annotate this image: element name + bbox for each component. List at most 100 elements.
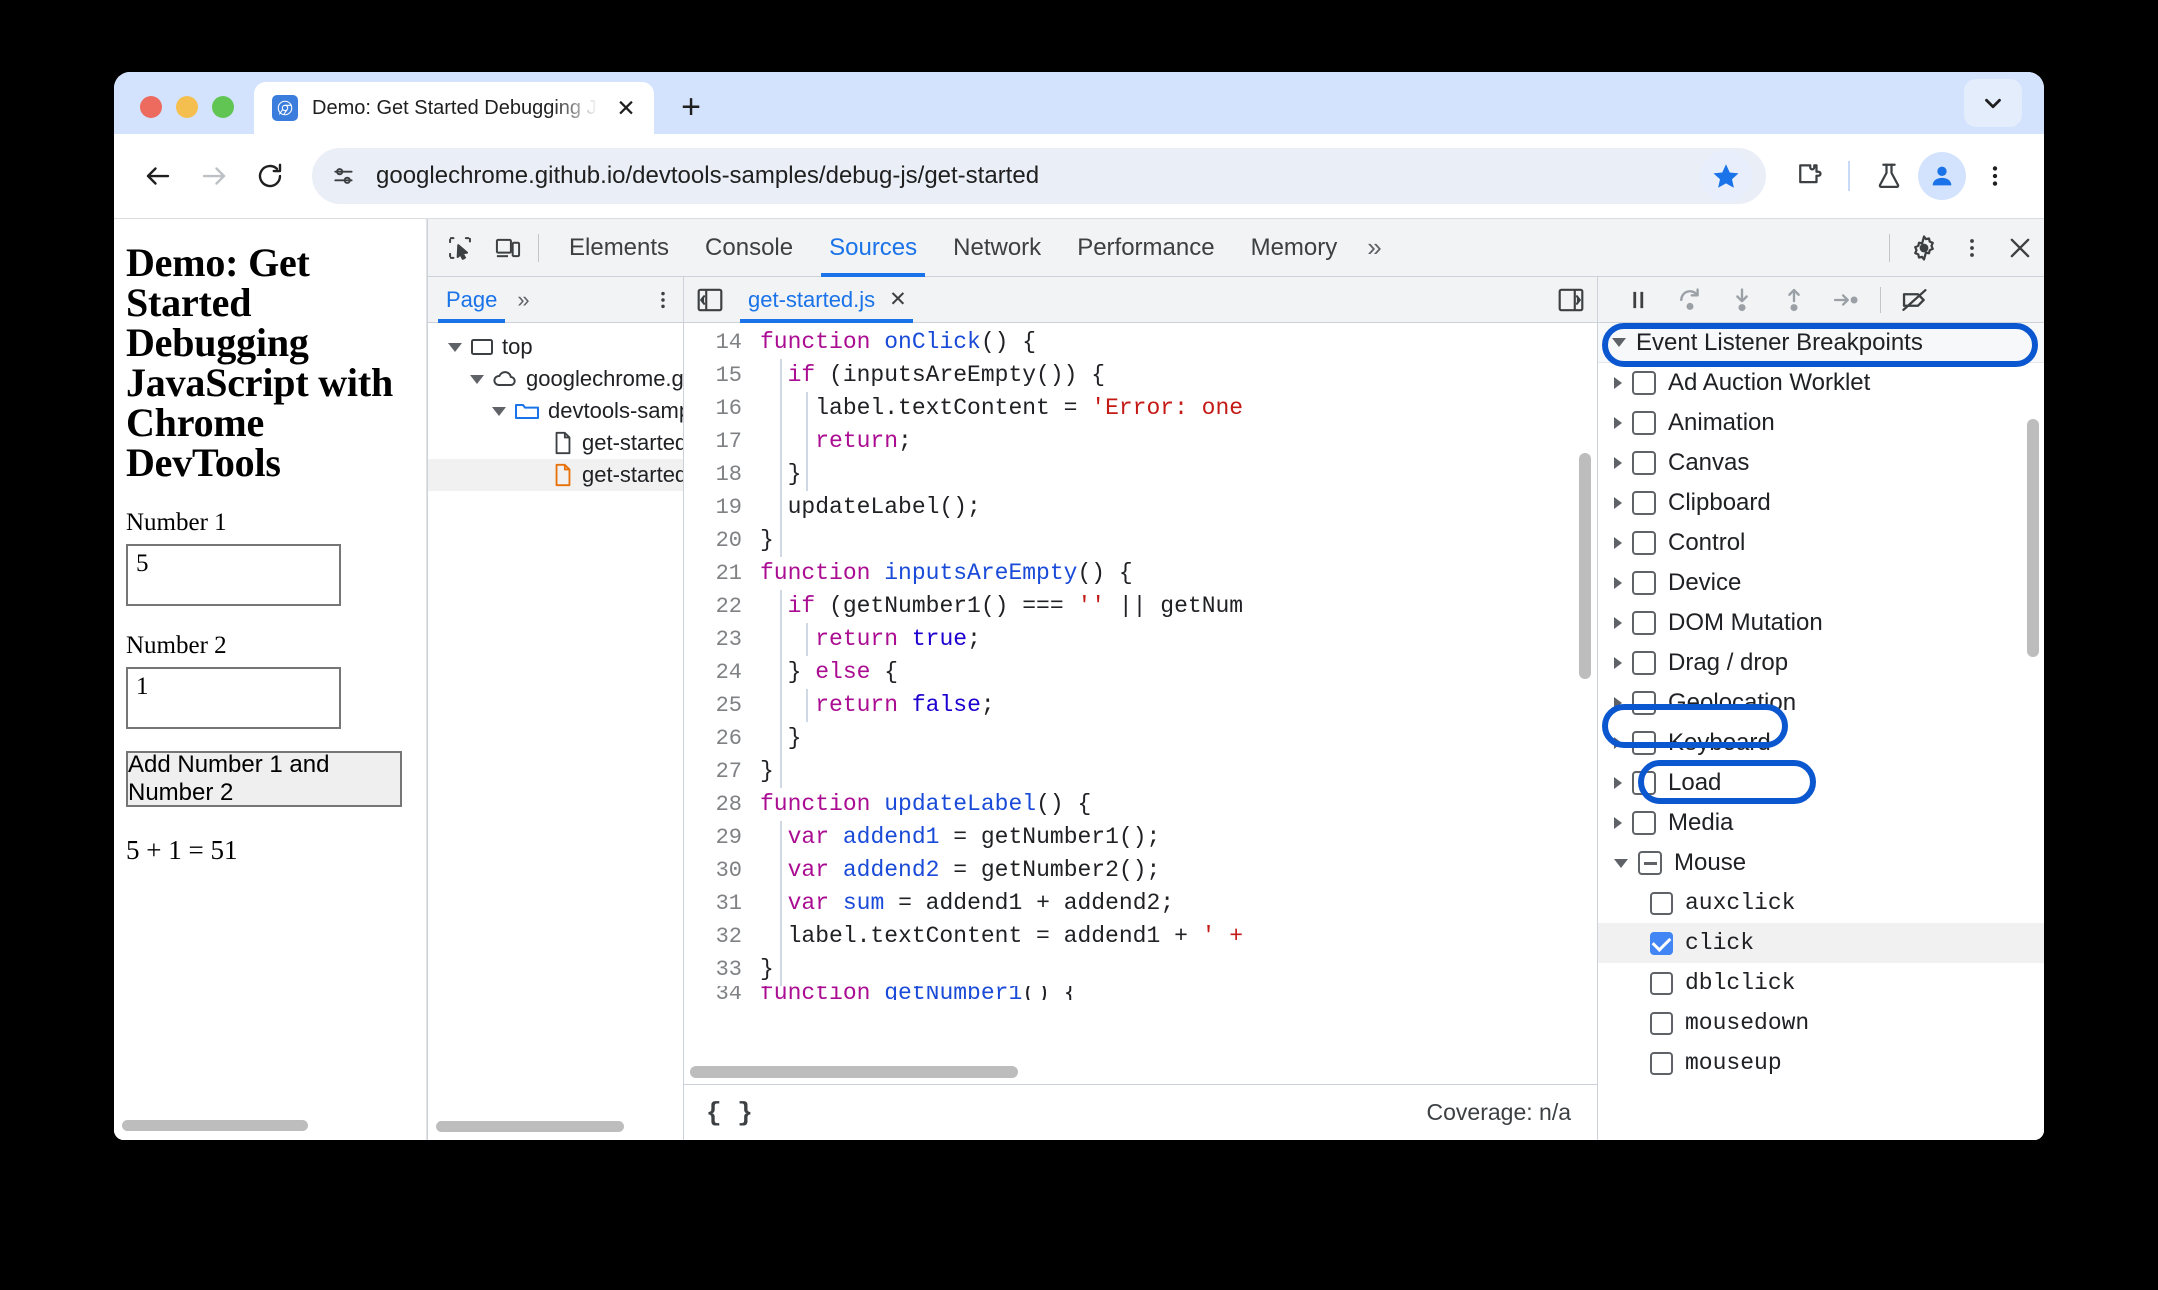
more-tabs-icon[interactable]: » (1355, 219, 1393, 277)
add-numbers-button[interactable]: Add Number 1 and Number 2 (126, 751, 402, 807)
code-line[interactable]: 15 if (inputsAreEmpty()) { (684, 359, 1597, 392)
pause-icon[interactable] (1612, 278, 1664, 322)
deactivate-breakpoints-icon[interactable] (1889, 278, 1941, 322)
step-over-icon[interactable] (1664, 278, 1716, 322)
sidebar-vertical-scrollbar[interactable] (2027, 419, 2039, 657)
chevron-down-icon[interactable] (1612, 338, 1626, 347)
browser-tab[interactable]: Demo: Get Started Debugging JavaScript w… (254, 82, 654, 134)
chevron-right-icon[interactable] (1614, 577, 1622, 589)
code-line[interactable]: 22 if (getNumber1() === '' || getNum (684, 590, 1597, 623)
code-line[interactable]: 16 label.textContent = 'Error: one (684, 392, 1597, 425)
checkbox[interactable] (1632, 731, 1656, 755)
code-line[interactable]: 23 return true; (684, 623, 1597, 656)
inspect-element-icon[interactable] (436, 225, 484, 271)
tab-performance[interactable]: Performance (1059, 219, 1232, 277)
breakpoint-category-load[interactable]: Load (1598, 763, 2044, 803)
chevron-right-icon[interactable] (1614, 657, 1622, 669)
close-icon[interactable]: ✕ (889, 287, 907, 312)
puzzle-piece-icon[interactable] (1784, 151, 1834, 201)
code-line[interactable]: 14 function onClick() { (684, 326, 1597, 359)
code-vertical-scrollbar[interactable] (1579, 453, 1591, 679)
code-line[interactable]: 26 } (684, 722, 1597, 755)
back-arrow-icon[interactable] (132, 150, 184, 202)
pretty-print-button[interactable]: { } (706, 1098, 753, 1128)
checkbox[interactable] (1650, 931, 1673, 955)
checkbox[interactable] (1638, 851, 1662, 875)
editor-tab-get-started-js[interactable]: get-started.js ✕ (736, 277, 917, 323)
reload-icon[interactable] (244, 150, 296, 202)
star-filled-icon[interactable] (1700, 150, 1752, 202)
breakpoint-category-clipboard[interactable]: Clipboard (1598, 483, 2044, 523)
chevron-right-icon[interactable] (1614, 457, 1622, 469)
code-line[interactable]: 30 var addend2 = getNumber2(); (684, 854, 1597, 887)
navigator-horizontal-scrollbar[interactable] (436, 1121, 624, 1132)
chevron-right-icon[interactable] (1614, 537, 1622, 549)
code-line[interactable]: 18 } (684, 458, 1597, 491)
tab-network[interactable]: Network (935, 219, 1059, 277)
breakpoint-category-geolocation[interactable]: Geolocation (1598, 683, 2044, 723)
tree-item-get-started-js[interactable]: get-started.js (428, 459, 683, 491)
navigator-more-icon[interactable]: » (509, 287, 537, 313)
three-dot-menu-icon[interactable] (1970, 151, 2020, 201)
chevron-down-icon[interactable] (1614, 858, 1628, 868)
show-debugger-icon[interactable] (1551, 280, 1591, 320)
breakpoint-category-mouse[interactable]: Mouse (1598, 843, 2044, 883)
checkbox[interactable] (1650, 1011, 1673, 1035)
code-line[interactable]: 28 function updateLabel() { (684, 788, 1597, 821)
chevron-right-icon[interactable] (1614, 737, 1622, 749)
breakpoint-category-canvas[interactable]: Canvas (1598, 443, 2044, 483)
code-line[interactable]: 31 var sum = addend1 + addend2; (684, 887, 1597, 920)
tab-sources[interactable]: Sources (811, 219, 935, 277)
breakpoint-category-dom-mutation[interactable]: DOM Mutation (1598, 603, 2044, 643)
breakpoint-event-mouseup[interactable]: mouseup (1598, 1043, 2044, 1083)
tree-item-origin[interactable]: googlechrome.gith (428, 363, 683, 395)
checkbox[interactable] (1632, 771, 1656, 795)
gear-icon[interactable] (1900, 225, 1948, 271)
step-out-icon[interactable] (1768, 278, 1820, 322)
checkbox[interactable] (1632, 811, 1656, 835)
chevron-down-icon[interactable] (448, 342, 462, 352)
code-line[interactable]: 25 return false; (684, 689, 1597, 722)
breakpoint-event-click[interactable]: click (1598, 923, 2044, 963)
step-into-icon[interactable] (1716, 278, 1768, 322)
checkbox[interactable] (1632, 651, 1656, 675)
new-tab-button[interactable]: + (668, 84, 714, 130)
breakpoint-event-auxclick[interactable]: auxclick (1598, 883, 2044, 923)
code-horizontal-scrollbar[interactable] (690, 1066, 1018, 1078)
close-window-button[interactable] (140, 96, 162, 118)
chevron-down-icon[interactable] (470, 374, 484, 384)
breakpoint-category-device[interactable]: Device (1598, 563, 2044, 603)
page-horizontal-scrollbar[interactable] (122, 1120, 308, 1131)
chevron-right-icon[interactable] (1614, 697, 1622, 709)
address-bar[interactable]: googlechrome.github.io/devtools-samples/… (312, 148, 1766, 204)
url-text[interactable]: googlechrome.github.io/devtools-samples/… (366, 162, 1700, 190)
number1-input[interactable]: 5 (126, 544, 341, 606)
checkbox[interactable] (1632, 571, 1656, 595)
breakpoint-event-dblclick[interactable]: dblclick (1598, 963, 2044, 1003)
checkbox[interactable] (1632, 411, 1656, 435)
code-line[interactable]: 20} (684, 524, 1597, 557)
chevron-right-icon[interactable] (1614, 417, 1622, 429)
breakpoint-category-drag-drop[interactable]: Drag / drop (1598, 643, 2044, 683)
chevron-down-icon[interactable] (1964, 79, 2022, 127)
code-line[interactable]: 27} (684, 755, 1597, 788)
code-line[interactable]: 24 } else { (684, 656, 1597, 689)
device-toolbar-icon[interactable] (484, 225, 532, 271)
code-editor[interactable]: 14 function onClick() { 15 if (inputsAreE… (684, 323, 1597, 1084)
three-dot-menu-icon[interactable] (1948, 225, 1996, 271)
code-line-partial[interactable]: 34 function getNumber1() { (684, 986, 1597, 1000)
step-icon[interactable] (1820, 278, 1872, 322)
code-line[interactable]: 19 updateLabel(); (684, 491, 1597, 524)
person-icon[interactable] (1918, 152, 1966, 200)
checkbox[interactable] (1650, 971, 1673, 995)
checkbox[interactable] (1632, 451, 1656, 475)
tree-item-top[interactable]: top (428, 331, 683, 363)
show-navigator-icon[interactable] (690, 280, 730, 320)
code-line[interactable]: 32 label.textContent = addend1 + ' + (684, 920, 1597, 953)
checkbox[interactable] (1650, 891, 1673, 915)
breakpoint-category-control[interactable]: Control (1598, 523, 2044, 563)
breakpoint-category-keyboard[interactable]: Keyboard (1598, 723, 2044, 763)
number2-input[interactable]: 1 (126, 667, 341, 729)
chevron-right-icon[interactable] (1614, 377, 1622, 389)
tab-console[interactable]: Console (687, 219, 811, 277)
